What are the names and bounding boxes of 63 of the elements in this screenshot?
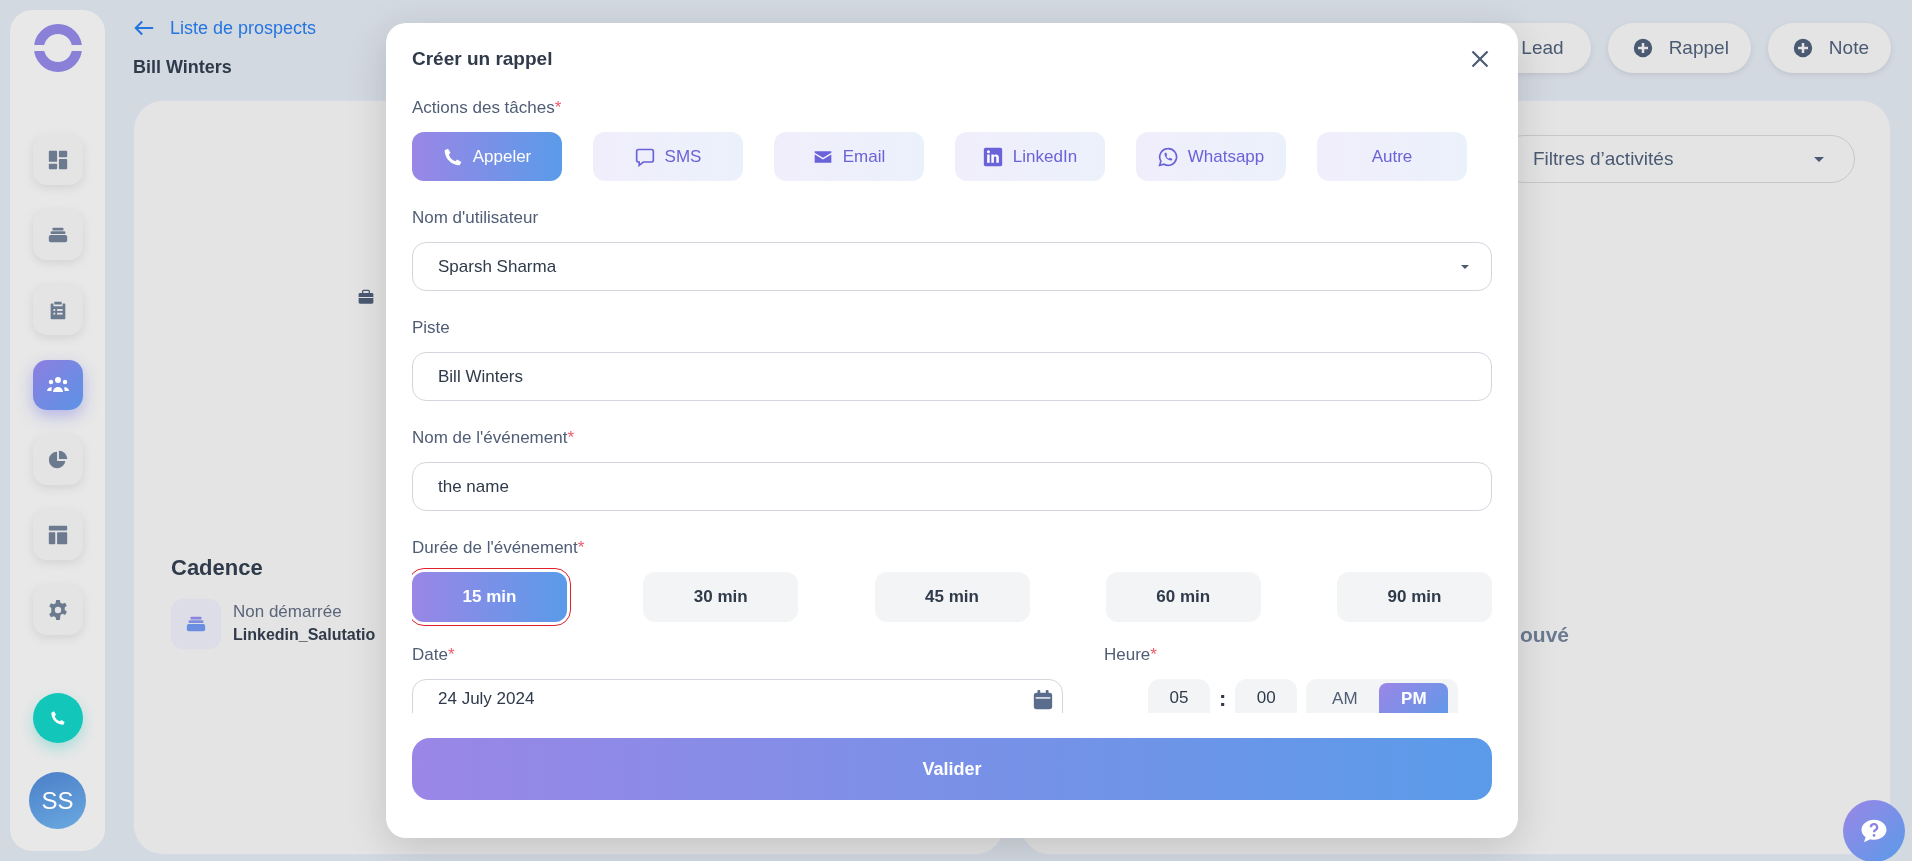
caret-icon xyxy=(1461,264,1469,269)
section-title: Cadence xyxy=(171,554,263,582)
time-separator: : xyxy=(1219,685,1227,713)
duration-option[interactable]: 60 min xyxy=(1105,572,1261,622)
hour-field[interactable]: 05 xyxy=(1148,679,1210,713)
logo-icon xyxy=(33,24,82,72)
task-action-button[interactable]: Email xyxy=(774,132,924,181)
linkedin-icon xyxy=(982,146,1003,167)
cadence-status: Non démarrée xyxy=(233,601,343,623)
nav-item[interactable] xyxy=(32,435,83,485)
nav-item[interactable] xyxy=(32,360,83,410)
nav-item[interactable] xyxy=(32,135,83,185)
close-button[interactable] xyxy=(1470,49,1490,69)
period-option[interactable]: PM xyxy=(1379,683,1449,713)
plus-icon xyxy=(1792,38,1813,58)
pie-chart-icon xyxy=(46,449,69,471)
calendar-icon xyxy=(1032,689,1054,711)
dialog-title: Créer un rappel xyxy=(412,47,553,71)
event-name-field[interactable]: the name xyxy=(412,462,1492,511)
task-action-button[interactable]: Whatsapp xyxy=(1136,132,1286,181)
chat-bubble-icon xyxy=(634,146,655,167)
date-field[interactable]: 24 July 2024 xyxy=(412,679,1063,713)
field-label: Nom de l'événement* xyxy=(412,427,575,449)
task-action-button[interactable]: Autre xyxy=(1317,132,1467,181)
duration-option[interactable]: 90 min xyxy=(1337,572,1492,622)
user-select[interactable]: Sparsh Sharma xyxy=(412,242,1492,291)
action-button[interactable]: Rappel xyxy=(1607,23,1751,73)
submit-button[interactable]: Valider xyxy=(412,738,1492,800)
briefcase-icon xyxy=(358,289,374,305)
phone-button[interactable] xyxy=(32,693,83,743)
avatar[interactable]: SS xyxy=(29,772,86,829)
settings-icon xyxy=(46,599,69,621)
field-label: Durée de l'événement* xyxy=(412,537,586,559)
task-action-button[interactable]: LinkedIn xyxy=(955,132,1105,181)
field-label: Heure* xyxy=(1104,644,1158,666)
caret-icon xyxy=(1814,156,1824,162)
empty-message: ouvé xyxy=(1520,623,1570,647)
layout-icon xyxy=(46,524,69,546)
nav-item[interactable] xyxy=(32,210,83,260)
cadence-icon xyxy=(171,599,221,649)
action-button[interactable]: Note xyxy=(1767,23,1891,73)
minute-field[interactable]: 00 xyxy=(1235,679,1298,713)
phone-icon xyxy=(442,146,463,167)
field-label: Actions des tâches* xyxy=(412,97,563,119)
task-action-button[interactable]: Appeler xyxy=(412,132,562,181)
cadence-name: Linkedin_Salutatio xyxy=(233,625,376,645)
duration-option[interactable]: 30 min xyxy=(643,572,799,622)
phone-icon xyxy=(49,710,66,726)
field-label: Piste xyxy=(412,317,451,339)
duration-option[interactable]: 45 min xyxy=(874,572,1030,622)
plus-icon xyxy=(1632,38,1653,58)
back-link[interactable]: Liste de prospects xyxy=(133,16,317,40)
field-label: Nom d'utilisateur xyxy=(412,207,540,229)
whatsapp-icon xyxy=(1157,146,1178,167)
field-label: Date* xyxy=(412,644,456,666)
nav-item[interactable] xyxy=(32,510,83,560)
nav-item[interactable] xyxy=(32,585,83,635)
period-option[interactable]: AM xyxy=(1310,683,1380,713)
nav-item[interactable] xyxy=(32,285,83,335)
page-title: Bill Winters xyxy=(133,56,233,79)
task-action-button[interactable]: SMS xyxy=(593,132,743,181)
lead-field[interactable]: Bill Winters xyxy=(412,352,1492,401)
dashboard-icon xyxy=(46,149,69,171)
